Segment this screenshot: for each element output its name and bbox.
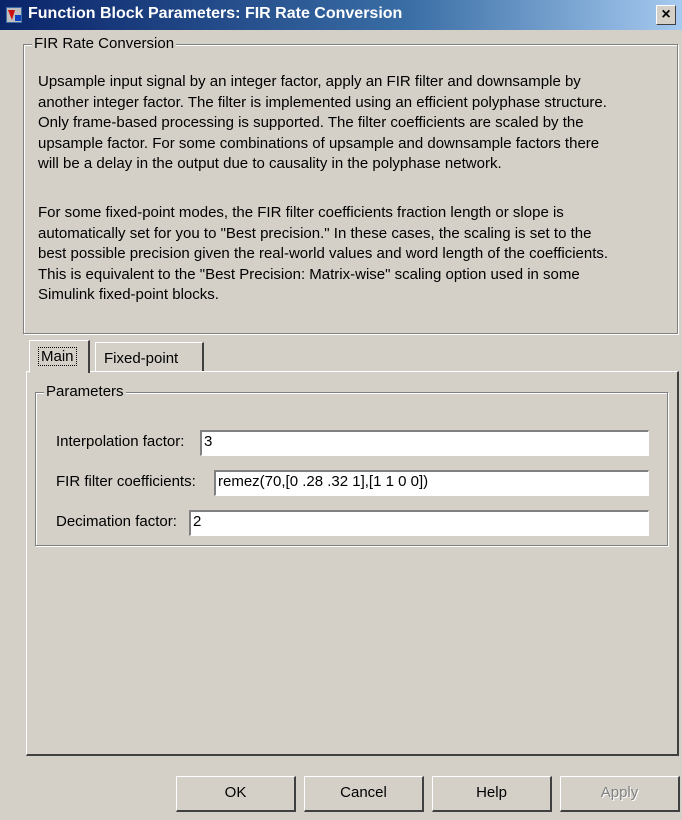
decimation-factor-label: Decimation factor:	[56, 513, 177, 530]
window-title: Function Block Parameters: FIR Rate Conv…	[28, 5, 403, 22]
tab-main-label: Main	[38, 347, 77, 366]
fir-filter-coefficients-label: FIR filter coefficients:	[56, 473, 196, 490]
parameters-group: Parameters Interpolation factor: 3 FIR f…	[35, 383, 668, 546]
description-group-title: FIR Rate Conversion	[32, 35, 177, 52]
main-tab-panel: Parameters Interpolation factor: 3 FIR f…	[26, 371, 679, 756]
apply-button[interactable]: Apply	[560, 776, 680, 812]
cancel-button[interactable]: Cancel	[304, 776, 424, 812]
tab-main[interactable]: Main	[29, 340, 90, 373]
description-paragraph-2: For some fixed-point modes, the FIR filt…	[38, 204, 609, 303]
interpolation-factor-input[interactable]: 3	[200, 430, 649, 456]
title-bar[interactable]: Function Block Parameters: FIR Rate Conv…	[0, 0, 682, 30]
description-group: FIR Rate Conversion Upsample input signa…	[23, 35, 678, 334]
decimation-factor-input[interactable]: 2	[189, 510, 649, 536]
interpolation-factor-label: Interpolation factor:	[56, 433, 185, 450]
help-button[interactable]: Help	[432, 776, 552, 812]
ok-button[interactable]: OK	[176, 776, 296, 812]
tab-fixed-point-label: Fixed-point	[104, 350, 179, 367]
close-button[interactable]: ×	[656, 5, 676, 25]
fir-filter-coefficients-input[interactable]: remez(70,[0 .28 .32 1],[1 1 0 0])	[214, 470, 649, 496]
tab-fixed-point[interactable]: Fixed-point	[95, 342, 204, 372]
simulink-block-icon	[6, 7, 22, 23]
description-paragraph-1: Upsample input signal by an integer fact…	[38, 73, 607, 172]
parameters-group-title: Parameters	[44, 383, 126, 400]
dialog-window: Function Block Parameters: FIR Rate Conv…	[0, 0, 682, 820]
